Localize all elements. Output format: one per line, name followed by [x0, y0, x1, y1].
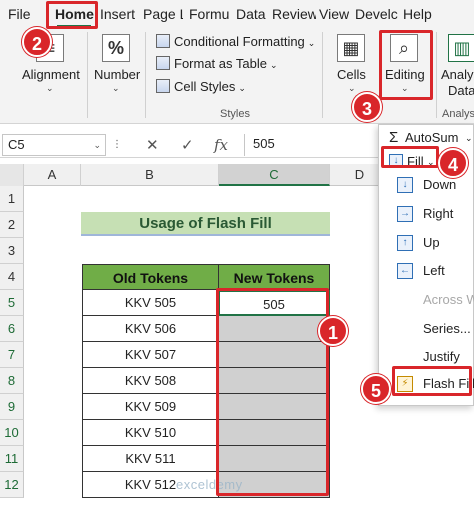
ribbon-separator — [145, 32, 146, 118]
table-cell-old-token[interactable]: KKV 509 — [82, 394, 219, 420]
cell-styles-icon — [156, 79, 170, 93]
annotation-box-editing — [379, 30, 433, 100]
annotation-box-fill — [381, 146, 439, 168]
menu-item-left[interactable]: ← Left — [379, 258, 474, 284]
column-header-a[interactable]: A — [24, 164, 81, 186]
conditional-formatting-button[interactable]: Conditional Formatting ⌄ — [156, 32, 315, 52]
more-icon: ⋮ — [112, 139, 122, 150]
row-header[interactable]: 12 — [0, 472, 24, 498]
tab-view[interactable]: View — [319, 4, 349, 24]
table-cell-old-token[interactable]: KKV 510 — [82, 420, 219, 446]
conditional-formatting-icon — [156, 34, 170, 48]
row-header[interactable]: 1 — [0, 186, 24, 212]
ribbon-separator — [87, 32, 88, 118]
step-badge: 4 — [438, 148, 468, 178]
table-cell-old-token[interactable]: KKV 506 — [82, 316, 219, 342]
column-header-c[interactable]: C — [219, 164, 330, 186]
table-header-old-tokens[interactable]: Old Tokens — [82, 264, 219, 290]
annotation-box-flash-fill — [392, 366, 472, 396]
row-header[interactable]: 11 — [0, 446, 24, 472]
menu-item-label: Right — [423, 206, 454, 221]
name-box[interactable]: C5 ⌄ — [2, 134, 106, 156]
tab-help[interactable]: Help — [403, 4, 432, 24]
tab-formulas[interactable]: Formu — [189, 4, 229, 24]
table-icon — [156, 56, 170, 70]
fill-up-icon: ↑ — [397, 235, 413, 251]
table-cell-old-token[interactable]: KKV 508 — [82, 368, 219, 394]
step-badge: 3 — [352, 92, 382, 122]
cancel-icon[interactable]: ✕ — [146, 136, 159, 154]
format-as-table-button[interactable]: Format as Table ⌄ — [156, 54, 278, 74]
cell-styles-button[interactable]: Cell Styles ⌄ — [156, 77, 246, 97]
select-all-corner[interactable] — [0, 164, 24, 186]
chevron-down-icon: ⌄ — [465, 133, 473, 143]
tab-developer[interactable]: Develc — [355, 4, 399, 24]
styles-group-label: Styles — [220, 108, 250, 120]
analyze-data-label-2: Data — [448, 83, 474, 98]
menu-item-right[interactable]: → Right — [379, 201, 474, 227]
tab-data[interactable]: Data — [236, 4, 266, 24]
annotation-box-home — [46, 1, 98, 29]
chevron-down-icon: ⌄ — [46, 83, 54, 93]
percent-icon: % — [102, 34, 130, 62]
menu-item-label: Series... — [423, 321, 471, 336]
annotation-box-new-tokens — [216, 288, 329, 496]
step-badge: 2 — [22, 27, 52, 57]
table-cell-old-token[interactable]: KKV 507 — [82, 342, 219, 368]
row-header[interactable]: 9 — [0, 394, 24, 420]
table-cell-old-token[interactable]: KKV 511 — [82, 446, 219, 472]
ribbon-separator — [322, 32, 323, 118]
row-header[interactable]: 3 — [0, 238, 24, 264]
conditional-formatting-label: Conditional Formatting — [174, 34, 305, 49]
analyze-data-label[interactable]: Analyz — [441, 67, 474, 82]
alignment-button[interactable]: Alignment — [22, 67, 80, 82]
table-cell-old-token[interactable]: KKV 505 — [82, 290, 219, 316]
cells-button[interactable]: Cells — [337, 67, 366, 82]
step-badge: 1 — [318, 316, 348, 346]
row-header[interactable]: 5 — [0, 290, 24, 316]
analysis-group-label: Analys — [442, 108, 474, 120]
tab-review[interactable]: Review — [272, 4, 316, 24]
name-box-value: C5 — [8, 137, 25, 152]
menu-item-across-worksheets[interactable]: Across Wo — [379, 287, 474, 313]
cells-icon: ▦ — [337, 34, 365, 62]
chevron-down-icon: ⌄ — [269, 60, 278, 70]
menu-item-series[interactable]: Series... — [379, 316, 474, 342]
insert-function-icon[interactable]: fx — [214, 136, 228, 154]
tab-insert[interactable]: Insert — [100, 4, 135, 24]
column-header-b[interactable]: B — [81, 164, 219, 186]
tab-page-layout[interactable]: Page L — [143, 4, 183, 24]
row-header[interactable]: 4 — [0, 264, 24, 290]
chevron-down-icon: ⌄ — [112, 83, 120, 93]
row-header[interactable]: 8 — [0, 368, 24, 394]
row-header[interactable]: 6 — [0, 316, 24, 342]
menu-item-label: Up — [423, 235, 440, 250]
analyze-data-icon: ▥ — [448, 34, 474, 62]
cell-styles-label: Cell Styles — [174, 79, 236, 94]
row-header[interactable]: 10 — [0, 420, 24, 446]
fill-left-icon: ← — [397, 263, 413, 279]
row-header[interactable]: 7 — [0, 342, 24, 368]
menu-item-label: Across Wo — [423, 292, 474, 307]
chevron-down-icon: ⌄ — [348, 83, 356, 93]
menu-item-up[interactable]: ↑ Up — [379, 230, 474, 256]
ribbon-separator — [436, 32, 437, 118]
chevron-down-icon: ⌄ — [307, 38, 316, 48]
chevron-down-icon: ⌄ — [238, 83, 246, 93]
table-header-new-tokens[interactable]: New Tokens — [218, 264, 330, 290]
sheet-title[interactable]: Usage of Flash Fill — [81, 212, 330, 236]
fill-down-icon: ↓ — [397, 177, 413, 193]
number-button[interactable]: Number — [94, 67, 140, 82]
tab-file[interactable]: File — [8, 4, 31, 24]
row-header[interactable]: 2 — [0, 212, 24, 238]
menu-item-label: Left — [423, 263, 445, 278]
formula-input[interactable]: 505 — [244, 134, 384, 156]
fill-right-icon: → — [397, 206, 413, 222]
step-badge: 5 — [361, 374, 391, 404]
chevron-down-icon: ⌄ — [93, 140, 101, 150]
format-as-table-label: Format as Table — [174, 56, 267, 71]
enter-icon[interactable]: ✓ — [181, 136, 194, 154]
